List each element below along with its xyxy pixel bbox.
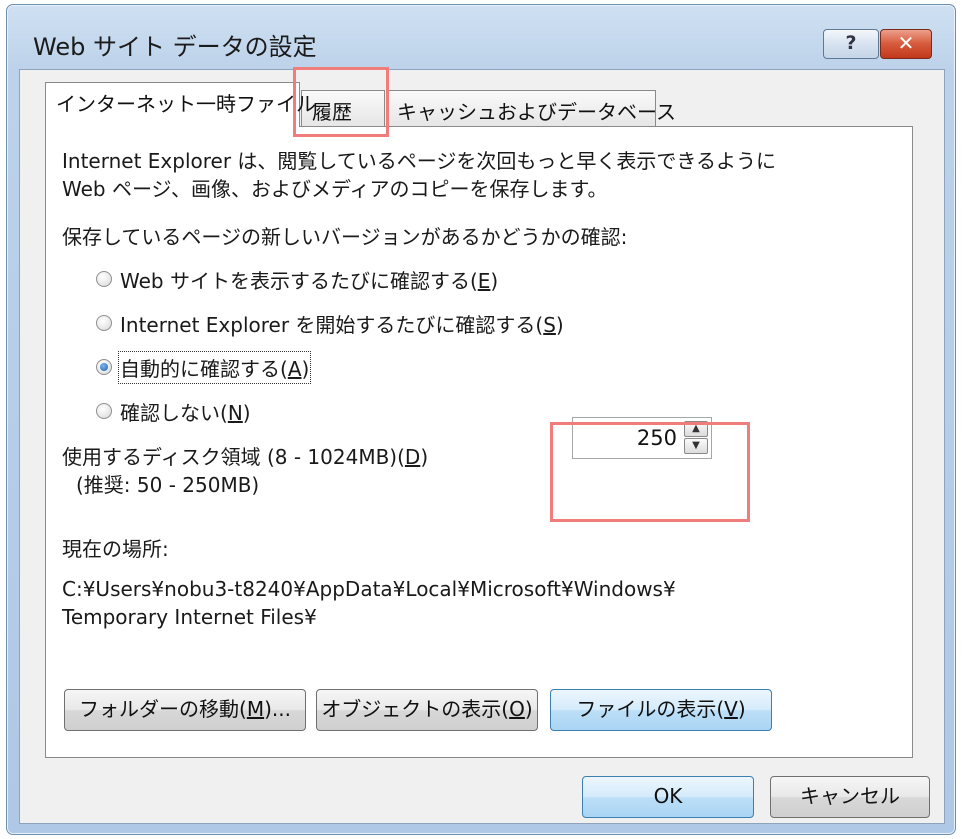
settings-dialog: Web サイト データの設定 ? ✕ インターネット一時ファイル 履歴 キャッシ…	[6, 4, 956, 835]
current-location-path-2: Temporary Internet Files¥	[62, 605, 317, 629]
radio-every-visit-label[interactable]: Web サイトを表示するたびに確認する(E)	[120, 265, 498, 294]
cancel-button[interactable]: キャンセル	[770, 776, 930, 818]
spin-up-icon[interactable]: ▲	[684, 421, 708, 437]
disk-space-stepper[interactable]: 250 ▲ ▼	[572, 417, 712, 459]
disk-space-label: 使用するディスク領域 (8 - 1024MB)(D)	[62, 445, 429, 469]
dialog-title: Web サイト データの設定	[33, 33, 317, 61]
radio-never[interactable]	[96, 403, 112, 419]
radio-never-label[interactable]: 確認しない(N)	[120, 397, 251, 426]
current-location-heading: 現在の場所:	[62, 537, 169, 561]
radio-every-start-label[interactable]: Internet Explorer を開始するたびに確認する(S)	[120, 309, 564, 338]
close-icon: ✕	[897, 31, 915, 55]
disk-space-value[interactable]: 250	[637, 426, 677, 450]
radio-automatically-label[interactable]: 自動的に確認する(A)	[117, 351, 312, 384]
description-line-1: Internet Explorer は、閲覧しているページを次回もっと早く表示で…	[62, 149, 777, 173]
view-objects-button[interactable]: オブジェクトの表示(O)	[316, 689, 538, 731]
current-location-path-1: C:¥Users¥nobu3-t8240¥AppData¥Local¥Micro…	[62, 577, 676, 601]
help-button[interactable]: ?	[823, 29, 879, 59]
tab-temporary-internet-files[interactable]: インターネット一時ファイル	[45, 82, 316, 127]
view-files-button[interactable]: ファイルの表示(V)	[550, 689, 772, 731]
tab-caches-and-databases[interactable]: キャッシュおよびデータベース	[386, 90, 676, 126]
ok-button[interactable]: OK	[582, 776, 754, 818]
spin-down-icon[interactable]: ▼	[684, 438, 708, 454]
disk-space-recommendation: (推奨: 50 - 250MB)	[76, 473, 260, 497]
help-icon: ?	[845, 32, 857, 54]
close-button[interactable]: ✕	[880, 29, 932, 59]
check-heading: 保存しているページの新しいバージョンがあるかどうかの確認:	[62, 225, 628, 249]
move-folder-button[interactable]: フォルダーの移動(M)...	[64, 689, 306, 731]
radio-every-start[interactable]	[96, 315, 112, 331]
radio-every-visit[interactable]	[96, 271, 112, 287]
dialog-body: インターネット一時ファイル 履歴 キャッシュおよびデータベース Internet…	[19, 69, 945, 824]
radio-automatically[interactable]	[96, 359, 112, 375]
description-line-2: Web ページ、画像、およびメディアのコピーを保存します。	[62, 177, 608, 201]
tab-panel: Internet Explorer は、閲覧しているページを次回もっと早く表示で…	[45, 126, 913, 758]
